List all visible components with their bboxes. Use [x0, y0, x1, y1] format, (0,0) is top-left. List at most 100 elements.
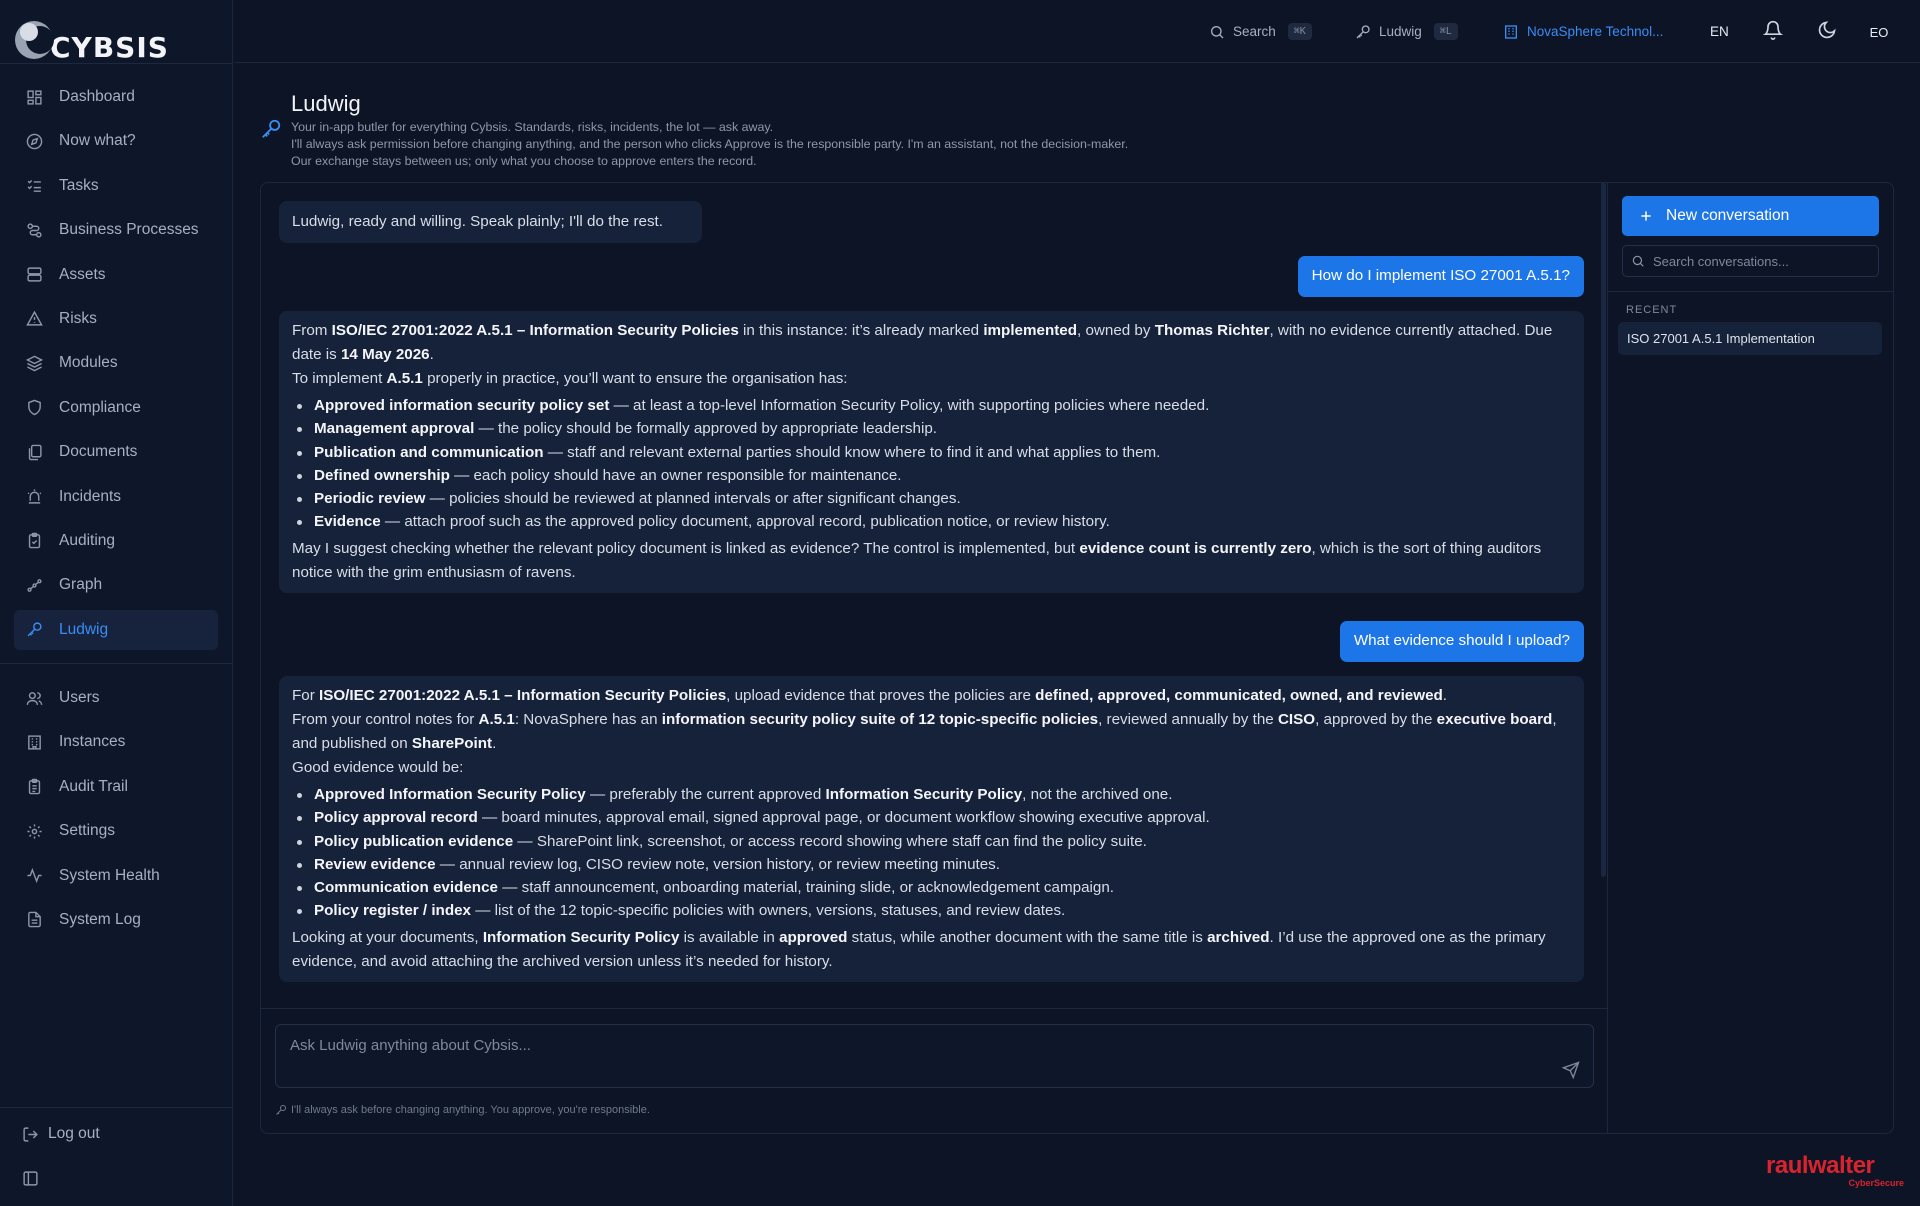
message-list[interactable]: Ludwig, ready and willing. Speak plainly… — [279, 195, 1584, 1007]
divider — [1608, 291, 1893, 292]
activity-icon — [27, 867, 42, 884]
sidebar-item-system-health[interactable]: System Health — [14, 856, 218, 896]
sidebar-collapse-icon[interactable] — [22, 1170, 39, 1187]
divider — [0, 63, 233, 64]
bullet-item: Policy publication evidence — SharePoint… — [292, 830, 1570, 853]
language-switcher[interactable]: EN — [1710, 0, 1729, 63]
sidebar-item-ludwig[interactable]: Ludwig — [14, 609, 218, 650]
message-paragraph: From your control notes for A.5.1: NovaS… — [292, 711, 1557, 752]
shield-icon — [28, 399, 41, 416]
send-icon[interactable] — [1562, 1061, 1580, 1079]
sidebar-item-audit-trail[interactable]: Audit Trail — [14, 767, 218, 807]
app-logo[interactable]: CYBSIS — [12, 10, 169, 64]
sidebar-item-label: Incidents — [59, 487, 122, 505]
sidebar-item-instances[interactable]: Instances — [14, 722, 218, 762]
chat-scrollbar[interactable] — [1601, 182, 1606, 877]
sidebar-item-dashboard[interactable]: Dashboard — [14, 77, 218, 117]
language-label: EN — [1710, 24, 1729, 39]
sidebar-item-label: Auditing — [59, 531, 116, 549]
clipboard-list-icon — [28, 778, 41, 795]
main-nav: Dashboard Now what? Tasks Business Proce… — [14, 77, 218, 654]
brand-name: raulwalter — [1766, 1152, 1875, 1179]
sidebar-item-auditing[interactable]: Auditing — [14, 521, 218, 561]
sidebar-item-label: Users — [59, 689, 100, 706]
documents-icon — [28, 444, 42, 460]
divider — [1607, 183, 1608, 1133]
sidebar-item-graph[interactable]: Graph — [14, 565, 218, 605]
bullet-item: Approved information security policy set… — [292, 394, 1570, 417]
bullet-item: Approved Information Security Policy — p… — [292, 783, 1570, 806]
moon-icon[interactable] — [1817, 20, 1837, 40]
key-icon — [1356, 24, 1370, 38]
search-shortcut: ⌘K — [1287, 23, 1312, 40]
sidebar-item-settings[interactable]: Settings — [14, 811, 218, 851]
user-message: How do I implement ISO 27001 A.5.1? — [1297, 256, 1584, 297]
bullet-item: Review evidence — annual review log, CIS… — [292, 853, 1570, 876]
sidebar-item-incidents[interactable]: Incidents — [14, 477, 218, 517]
key-icon — [27, 622, 42, 637]
subtitle-line: Your in-app butler for everything Cybsis… — [291, 120, 774, 134]
gear-icon — [27, 824, 42, 839]
sidebar-item-tasks[interactable]: Tasks — [14, 166, 218, 206]
sidebar-item-documents[interactable]: Documents — [14, 432, 218, 472]
compass-icon — [26, 133, 43, 150]
admin-nav: Users Instances Audit Trail Settings Sys… — [14, 678, 218, 944]
message-paragraph: Good evidence would be: — [292, 759, 464, 776]
users-icon — [26, 691, 43, 705]
bell-icon[interactable] — [1763, 20, 1783, 40]
logo-text: CYBSIS — [50, 31, 169, 64]
sidebar-item-label: Risks — [59, 309, 97, 327]
sidebar-item-label: Audit Trail — [59, 777, 128, 795]
logo-mark-icon — [12, 16, 56, 62]
sidebar-item-risks[interactable]: Risks — [14, 299, 218, 339]
sidebar-item-assets[interactable]: Assets — [14, 255, 218, 295]
building-icon — [1505, 24, 1517, 39]
clipboard-check-icon — [28, 533, 41, 549]
sidebar-item-label: Dashboard — [59, 88, 135, 105]
divider — [0, 1107, 233, 1108]
organization-name: NovaSphere Technol... — [1527, 24, 1664, 39]
graph-icon — [27, 578, 42, 592]
ludwig-label: Ludwig — [1379, 24, 1422, 39]
global-search-button[interactable]: Search ⌘K — [1209, 0, 1312, 63]
search-label: Search — [1233, 24, 1276, 39]
message-paragraph: May I suggest checking whether the relev… — [292, 539, 1542, 581]
message-paragraph: For ISO/IEC 27001:2022 A.5.1 – Informati… — [292, 687, 1448, 704]
siren-icon — [27, 489, 42, 504]
sidebar-item-system-log[interactable]: System Log — [14, 900, 218, 940]
sidebar-item-modules[interactable]: Modules — [14, 343, 218, 383]
conversation-search-input[interactable]: Search conversations... — [1622, 245, 1879, 277]
key-icon — [262, 119, 281, 138]
message-paragraph: From ISO/IEC 27001:2022 A.5.1 – Informat… — [292, 322, 1553, 363]
logout-icon — [23, 1126, 38, 1142]
sidebar-item-users[interactable]: Users — [14, 678, 218, 718]
conversation-item[interactable]: ISO 27001 A.5.1 Implementation — [1618, 322, 1882, 355]
sidebar-item-now-what[interactable]: Now what? — [14, 121, 218, 161]
logout-button[interactable]: Log out — [22, 1125, 100, 1143]
chat-disclaimer: I'll always ask before changing anything… — [275, 1104, 650, 1116]
search-icon — [1632, 255, 1644, 267]
sidebar-item-label: Ludwig — [59, 620, 109, 638]
assistant-greeting: Ludwig, ready and willing. Speak plainly… — [279, 201, 702, 243]
workflow-icon — [27, 223, 42, 238]
top-bar — [234, 0, 1920, 63]
chat-input[interactable]: Ask Ludwig anything about Cybsis... — [275, 1024, 1594, 1088]
sidebar-item-business-processes[interactable]: Business Processes — [14, 210, 218, 250]
ludwig-button[interactable]: Ludwig ⌘L — [1355, 0, 1458, 63]
user-message-text: How do I implement ISO 27001 A.5.1? — [1311, 267, 1570, 284]
warning-icon — [26, 311, 43, 327]
logout-label: Log out — [48, 1125, 100, 1142]
user-message-text: What evidence should I upload? — [1353, 632, 1570, 649]
recent-heading: RECENT — [1626, 304, 1678, 316]
bullet-item: Evidence — attach proof such as the appr… — [292, 510, 1570, 533]
new-conversation-button[interactable]: New conversation — [1622, 196, 1879, 236]
divider — [0, 663, 233, 664]
new-conversation-label: New conversation — [1666, 207, 1790, 224]
dashboard-icon — [27, 89, 42, 105]
raulwalter-logo: raulwalter CyberSecure — [1766, 1152, 1904, 1192]
bullet-list: Approved Information Security Policy — p… — [292, 783, 1570, 923]
sidebar-item-compliance[interactable]: Compliance — [14, 388, 218, 428]
organization-switcher[interactable]: NovaSphere Technol... — [1503, 0, 1663, 63]
subtitle-line: I'll always ask permission before changi… — [291, 137, 1129, 151]
avatar[interactable]: EO — [1861, 16, 1897, 48]
